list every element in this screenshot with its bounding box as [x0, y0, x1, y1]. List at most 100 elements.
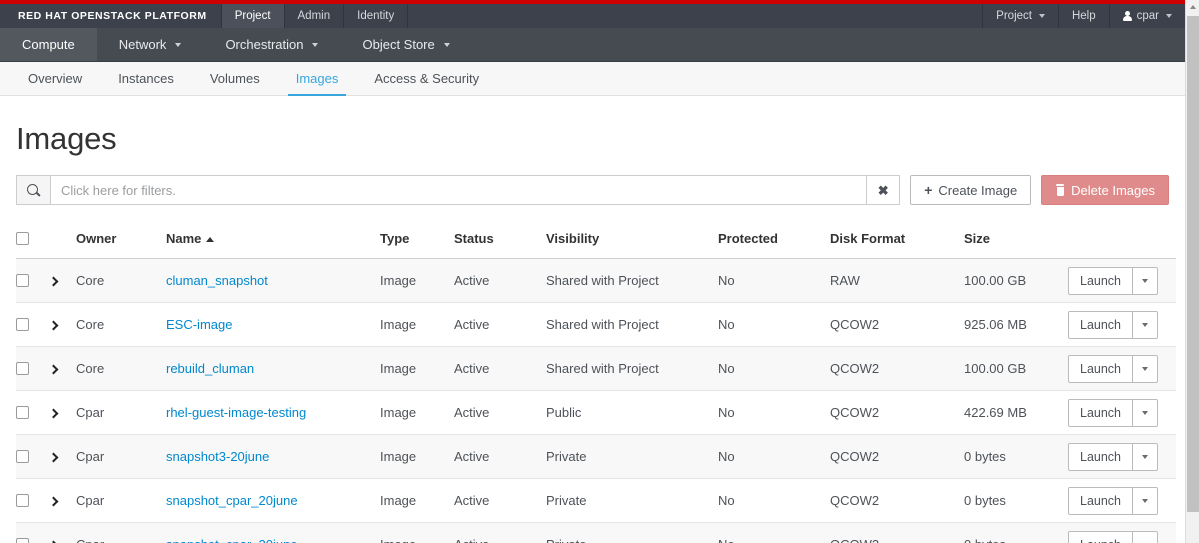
image-name-link[interactable]: ESC-image [166, 317, 232, 332]
masthead-tab-project[interactable]: Project [220, 4, 285, 28]
cell-size: 100.00 GB [964, 346, 1068, 391]
table-row[interactable]: Cparsnapshot_cpar_20june ImageActivePriva… [16, 522, 1176, 543]
image-name-link[interactable]: snapshot_cpar_20june [166, 493, 298, 508]
launch-button[interactable]: Launch [1068, 486, 1134, 515]
table-row[interactable]: Cparsnapshot_cpar_20june ImageActivePriva… [16, 478, 1176, 523]
column-header-owner[interactable]: Owner [76, 223, 166, 259]
cell-size: 422.69 MB [964, 390, 1068, 435]
delete-images-button[interactable]: Delete Images [1041, 175, 1169, 205]
tab-access-and-security[interactable]: Access & Security [356, 62, 497, 95]
nav-item-orchestration[interactable]: Orchestration [203, 28, 340, 61]
user-menu-label: cpar [1136, 10, 1159, 22]
row-select-cell [16, 478, 50, 523]
nav-item-network[interactable]: Network [97, 28, 204, 61]
row-actions-dropdown-toggle[interactable] [1133, 442, 1159, 471]
brand-label: RED HAT OPENSTACK PLATFORM [18, 10, 207, 22]
table-row[interactable]: Core cluman_snapshot Image Active Shared wit… [16, 258, 1176, 303]
image-name-link[interactable]: snapshot3-20june [166, 449, 269, 464]
row-checkbox[interactable] [16, 538, 29, 543]
row-actions-dropdown-toggle[interactable] [1133, 530, 1159, 543]
masthead-tab-identity[interactable]: Identity [344, 4, 409, 28]
project-selector[interactable]: Project [982, 4, 1058, 28]
column-header-size[interactable]: Size [964, 223, 1068, 259]
table-header: Owner Name Type Status Visibility Protec… [16, 223, 1176, 259]
cell-type: Image [380, 390, 454, 435]
table-row[interactable]: Core rebuild_cluman Image Active Shared with… [16, 346, 1176, 391]
search-input[interactable] [50, 175, 867, 205]
row-expand-cell [50, 390, 76, 435]
row-checkbox[interactable] [16, 450, 29, 463]
cell-protected: No [718, 346, 830, 391]
select-all-checkbox[interactable] [16, 232, 29, 245]
launch-button[interactable]: Launch [1068, 530, 1134, 543]
column-header-disk-format[interactable]: Disk Format [830, 223, 964, 259]
column-header-type[interactable]: Type [380, 223, 454, 259]
column-header-protected[interactable]: Protected [718, 223, 830, 259]
tab-images[interactable]: Images [278, 62, 357, 96]
user-menu[interactable]: cpar [1108, 4, 1185, 28]
column-header-status[interactable]: Status [454, 223, 546, 259]
launch-button[interactable]: Launch [1068, 442, 1134, 471]
masthead-tab-admin[interactable]: Admin [285, 4, 345, 28]
nav-item-compute[interactable]: Compute [0, 28, 97, 61]
launch-button[interactable]: Launch [1068, 310, 1134, 339]
row-checkbox[interactable] [16, 274, 29, 287]
chevron-right-icon[interactable] [50, 364, 59, 375]
row-actions-dropdown-toggle[interactable] [1133, 398, 1159, 427]
cell-status: Active [454, 434, 546, 479]
create-image-button[interactable]: + Create Image [910, 175, 1032, 205]
tab-instances[interactable]: Instances [100, 62, 192, 95]
chevron-right-icon[interactable] [50, 452, 59, 463]
cell-visibility: Public [546, 390, 718, 435]
chevron-down-icon [1142, 454, 1149, 459]
masthead-tab-project-label: Project [234, 10, 271, 22]
column-header-name[interactable]: Name [166, 223, 380, 259]
chevron-right-icon[interactable] [50, 408, 59, 419]
page-scrollbar[interactable] [1185, 0, 1199, 543]
row-actions-dropdown-toggle[interactable] [1133, 486, 1159, 515]
chevron-right-icon[interactable] [50, 320, 59, 331]
launch-button[interactable]: Launch [1068, 266, 1134, 295]
launch-button[interactable]: Launch [1068, 354, 1134, 383]
masthead: RED HAT OPENSTACK PLATFORM Project Admin… [0, 4, 1185, 28]
cell-disk-format: QCOW2 [830, 390, 964, 435]
cell-owner: Cpar [76, 434, 166, 479]
table-row[interactable]: Core ESC-image Image Active Shared with Proj… [16, 302, 1176, 347]
help-link[interactable]: Help [1057, 4, 1109, 28]
expand-header [50, 223, 76, 259]
chevron-right-icon[interactable] [50, 496, 59, 507]
chevron-right-icon[interactable] [50, 276, 59, 287]
image-name-link[interactable]: rebuild_cluman [166, 361, 254, 376]
column-header-type-label: Type [380, 231, 410, 246]
row-checkbox[interactable] [16, 362, 29, 375]
row-checkbox[interactable] [16, 494, 29, 507]
row-checkbox[interactable] [16, 406, 29, 419]
row-actions-dropdown-toggle[interactable] [1133, 266, 1159, 295]
image-name-link[interactable]: cluman_snapshot [166, 273, 268, 288]
chevron-down-icon [1142, 278, 1149, 283]
launch-button[interactable]: Launch [1068, 398, 1134, 427]
cell-size: 925.06 MB [964, 302, 1068, 347]
cell-type: Image [380, 302, 454, 347]
chevron-down-icon [1142, 498, 1149, 503]
tab-volumes[interactable]: Volumes [192, 62, 278, 95]
clear-filter-button[interactable]: ✖ [866, 175, 901, 205]
tab-overview[interactable]: Overview [10, 62, 100, 95]
tab-access-and-security-label: Access & Security [374, 71, 480, 86]
nav-item-object-store[interactable]: Object Store [340, 28, 471, 61]
search-button[interactable] [16, 175, 50, 205]
image-name-link[interactable]: snapshot_cpar_20june [166, 537, 298, 543]
table-row[interactable]: Cpar snapshot3-20june Image Active Private No… [16, 434, 1176, 479]
image-name-link[interactable]: rhel-guest-image-testing [166, 405, 306, 420]
row-checkbox[interactable] [16, 318, 29, 331]
cell-owner: Cpar [76, 522, 166, 543]
row-actions-dropdown-toggle[interactable] [1133, 354, 1159, 383]
page-area: RED HAT OPENSTACK PLATFORM Project Admin… [0, 0, 1185, 543]
column-header-visibility[interactable]: Visibility [546, 223, 718, 259]
table-row[interactable]: Cpar rhel-guest-image-testing Image Active P… [16, 390, 1176, 435]
scrollbar-thumb[interactable] [1187, 16, 1199, 512]
scroll-up-button[interactable] [1186, 0, 1199, 14]
row-actions-dropdown-toggle[interactable] [1133, 310, 1159, 339]
close-icon: ✖ [877, 182, 889, 198]
row-select-cell [16, 346, 50, 391]
